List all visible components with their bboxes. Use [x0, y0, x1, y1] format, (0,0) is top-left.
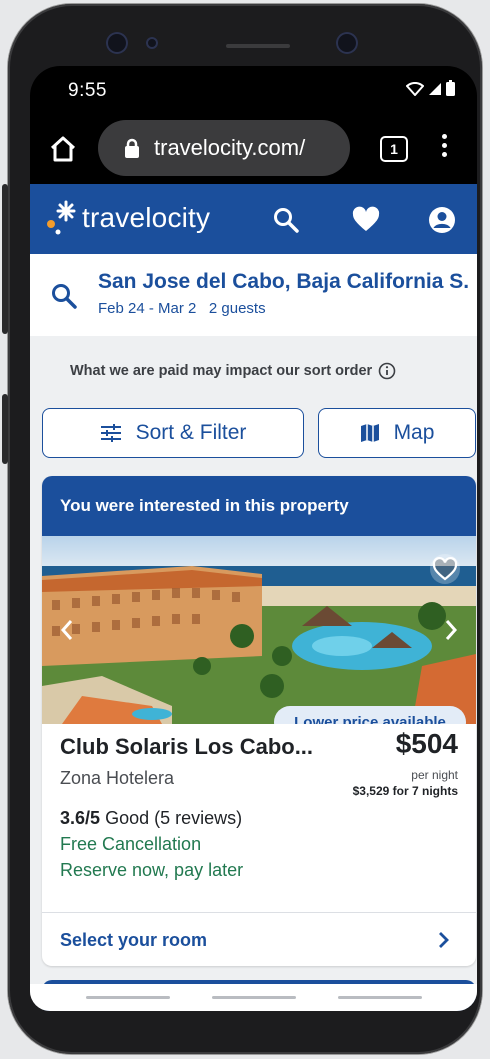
hotel-name[interactable]: Club Solaris Los Cabo...: [60, 734, 313, 760]
rating-text: Good (5 reviews): [105, 808, 243, 828]
sort-filter-button[interactable]: Sort & Filter: [42, 408, 304, 458]
wifi-icon: [406, 82, 424, 96]
site-header: travelocity: [30, 184, 477, 254]
search-meta: Feb 24 - Mar 2 2 guests: [98, 300, 266, 317]
browser-menu-icon[interactable]: [440, 134, 448, 164]
address-bar[interactable]: travelocity.com/: [98, 120, 350, 176]
speaker-grille: [226, 44, 290, 48]
rating-score: 3.6/5: [60, 808, 101, 828]
map-icon: [360, 424, 379, 442]
star-burst-icon: [47, 200, 76, 235]
per-night-label: per night: [411, 768, 458, 782]
lock-icon: [125, 138, 139, 158]
interest-banner: You were interested in this property: [42, 476, 476, 536]
total-price: $3,529 for 7 nights: [352, 784, 458, 798]
system-icons: [406, 80, 455, 96]
property-photo[interactable]: Lower price available: [42, 536, 476, 724]
account-icon[interactable]: [428, 206, 456, 234]
select-room-link[interactable]: Select your room: [42, 912, 476, 966]
search-icon: [52, 284, 77, 309]
nightly-price: $504: [395, 728, 458, 759]
chevron-right-icon: [439, 932, 449, 948]
map-label: Map: [393, 421, 435, 444]
map-button[interactable]: Map: [318, 408, 476, 458]
heart-icon[interactable]: [352, 206, 380, 234]
free-cancellation: Free Cancellation: [60, 834, 202, 854]
nav-home[interactable]: [212, 996, 296, 999]
guest-count: 2 guests: [208, 300, 266, 317]
url-text: travelocity.com/: [154, 135, 306, 160]
sort-filter-label: Sort & Filter: [135, 421, 247, 444]
nav-recents[interactable]: [86, 996, 170, 999]
destination-text: San Jose del Cabo, Baja California S...: [98, 270, 470, 293]
sort-disclaimer: What we are paid may impact our sort ord…: [70, 362, 396, 380]
tab-switcher-button[interactable]: 1: [380, 136, 408, 162]
reserve-now-pay-later: Reserve now, pay later: [60, 860, 244, 880]
phone-frame: 9:55 travelocity.com/ 1 travelocity San …: [2, 4, 482, 1054]
home-icon[interactable]: [48, 134, 78, 164]
resort-photo: [42, 536, 476, 724]
chevron-left-icon[interactable]: [58, 618, 76, 642]
results-content: What we are paid may impact our sort ord…: [30, 336, 477, 1011]
volume-button: [2, 184, 8, 334]
lower-price-badge: Lower price available: [274, 706, 466, 724]
info-icon[interactable]: [378, 362, 396, 380]
guest-rating: 3.6/5 Good (5 reviews): [60, 808, 242, 829]
clock: 9:55: [68, 80, 107, 101]
select-room-label: Select your room: [60, 929, 208, 950]
browser-toolbar: travelocity.com/ 1: [30, 112, 477, 184]
screen: 9:55 travelocity.com/ 1 travelocity San …: [30, 66, 477, 1011]
hotel-area: Zona Hotelera: [60, 768, 175, 788]
status-bar: 9:55: [30, 66, 477, 112]
camera-lens: [336, 32, 358, 54]
search-summary[interactable]: San Jose del Cabo, Baja California S... …: [30, 254, 477, 337]
sliders-icon: [100, 424, 121, 442]
travelocity-logo[interactable]: travelocity: [44, 198, 210, 238]
property-card[interactable]: You were interested in this property Low…: [42, 476, 476, 966]
logo-wordmark: travelocity: [82, 202, 211, 233]
sensor: [146, 37, 158, 49]
disclaimer-text: What we are paid may impact our sort ord…: [70, 363, 373, 379]
signal-icon: [429, 83, 441, 95]
power-button: [2, 394, 8, 464]
battery-icon: [446, 80, 455, 96]
nav-back[interactable]: [338, 996, 422, 999]
date-range: Feb 24 - Mar 2: [98, 300, 197, 317]
android-nav-bar: [30, 984, 477, 1011]
tab-count: 1: [390, 141, 398, 157]
chevron-right-icon[interactable]: [442, 618, 460, 642]
front-camera: [106, 32, 128, 54]
search-icon[interactable]: [272, 206, 300, 234]
save-heart-icon[interactable]: [430, 554, 460, 584]
